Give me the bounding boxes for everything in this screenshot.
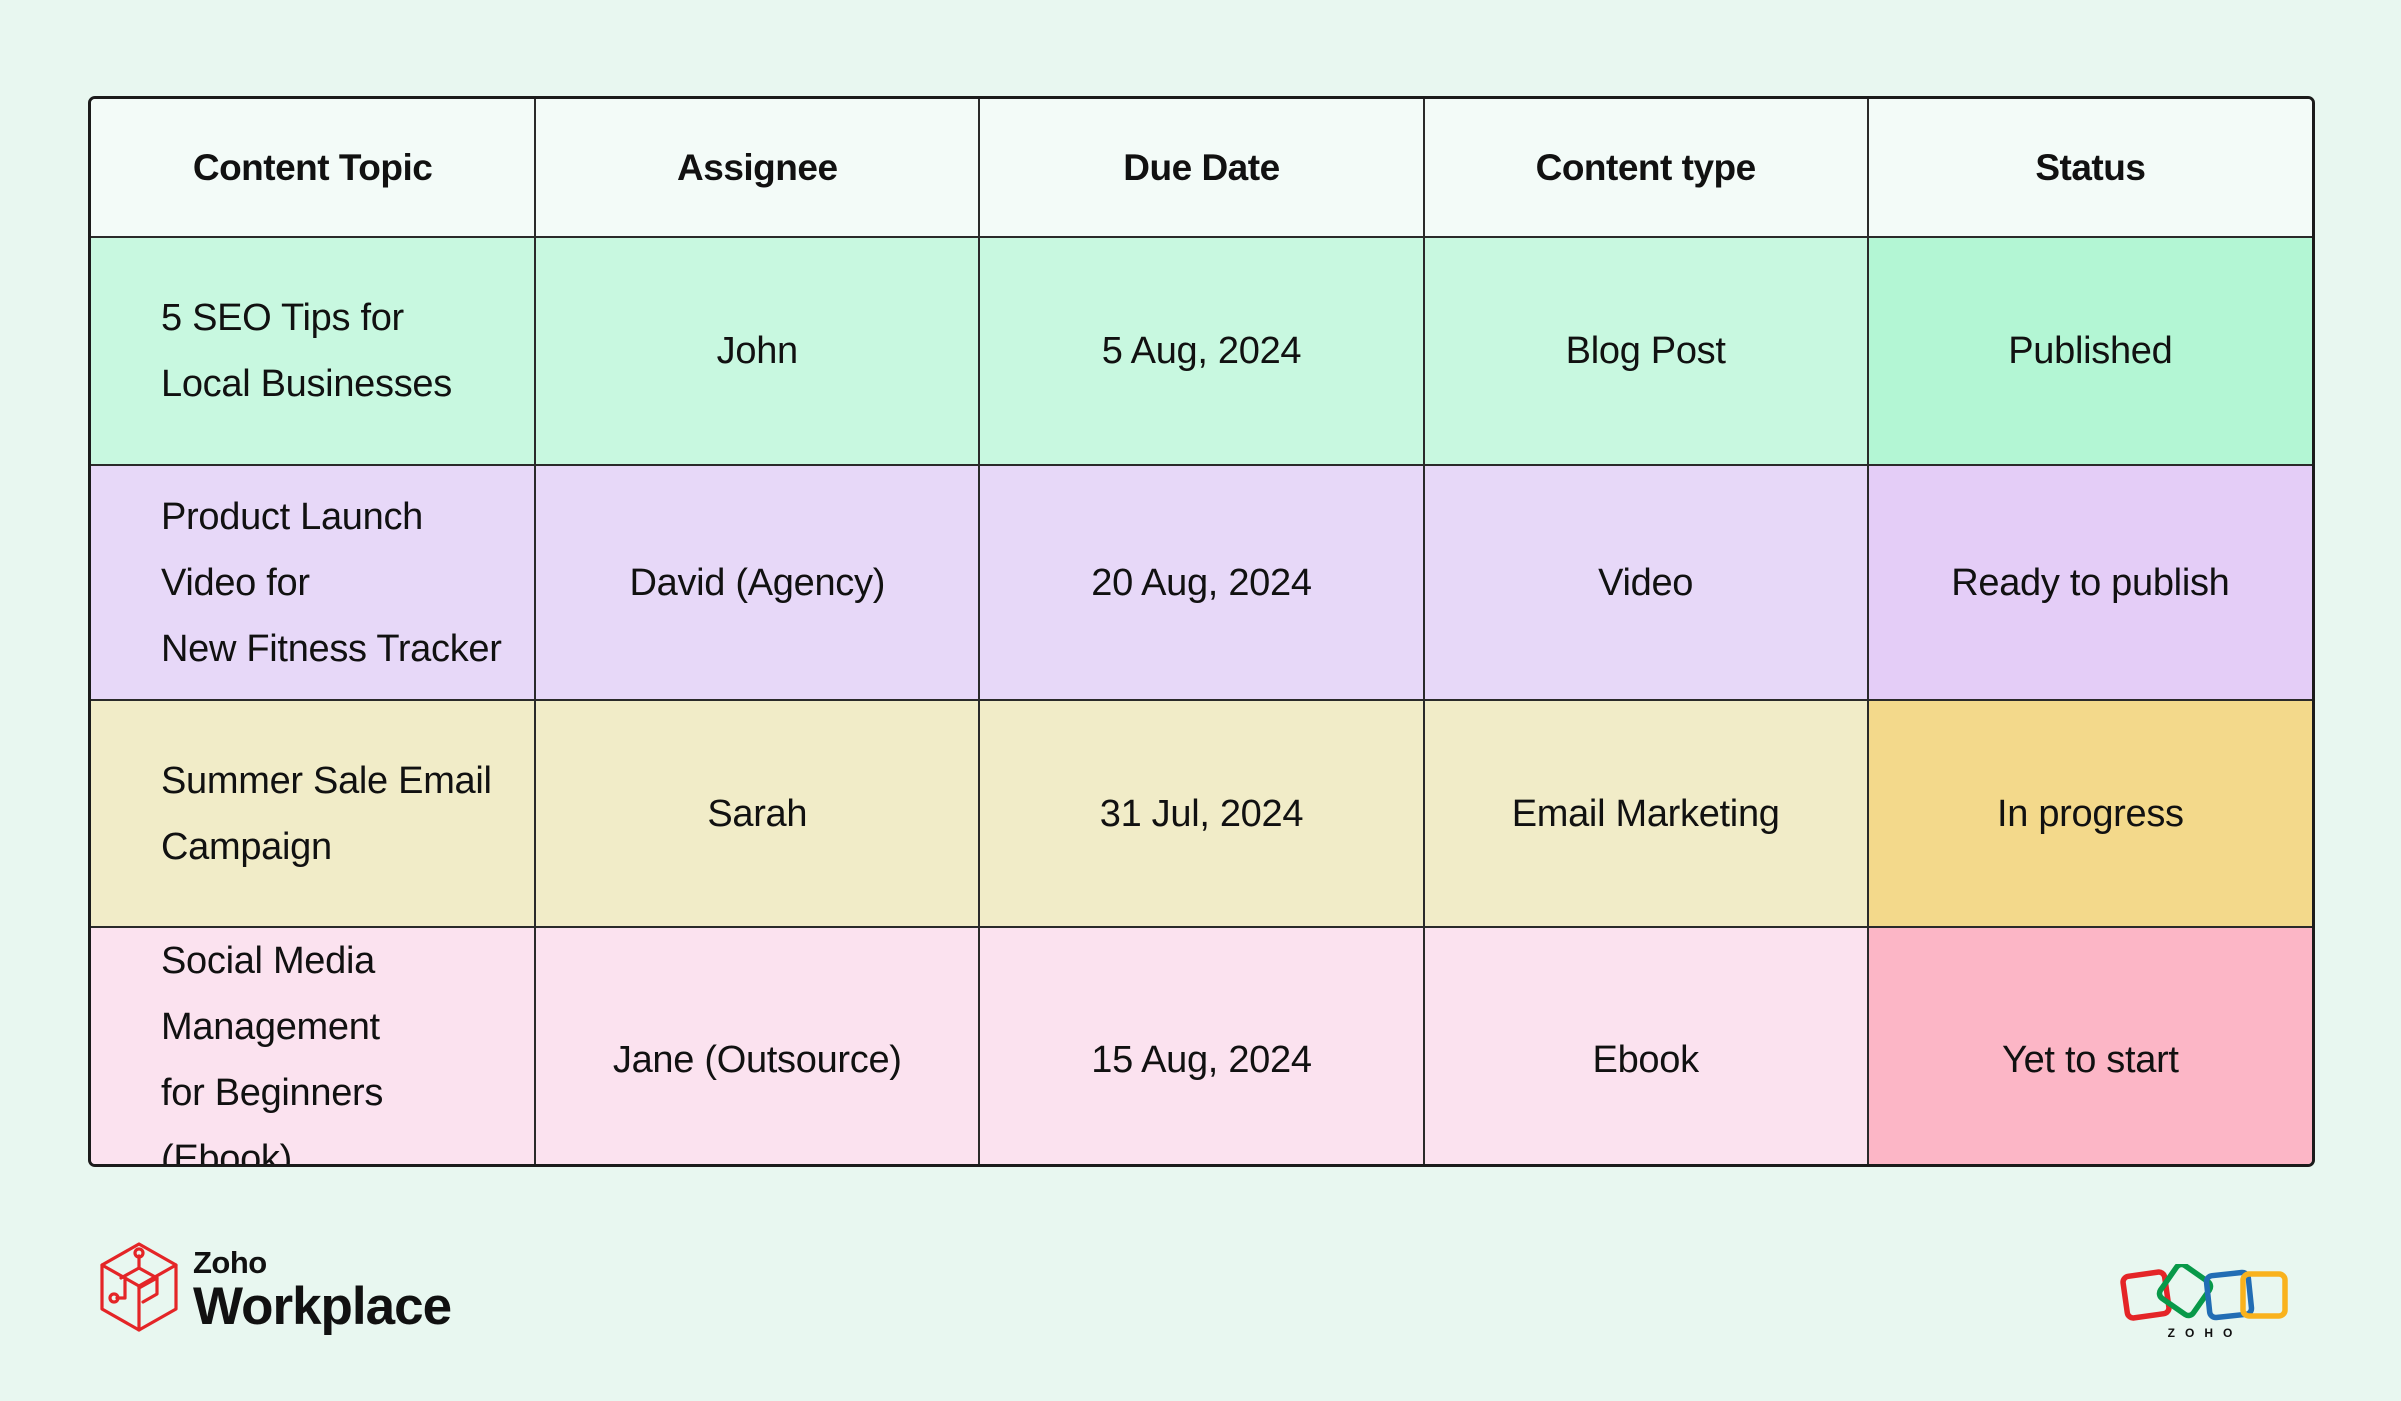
topic-line: 5 SEO Tips for (161, 297, 404, 339)
cell-content-type: Video (1422, 464, 1869, 701)
cell-content-topic: Product Launch Video for New Fitness Tra… (91, 464, 537, 701)
header-content-topic: Content Topic (91, 99, 537, 238)
table-row: 5 SEO Tips for Local Businesses John 5 A… (91, 236, 2312, 466)
header-status: Status (1866, 99, 2312, 238)
cell-content-topic: Social Media Management for Beginners (E… (91, 926, 537, 1167)
header-due-date: Due Date (978, 99, 1425, 238)
table-row: Summer Sale Email Campaign Sarah 31 Jul,… (91, 699, 2312, 928)
cell-status: In progress (1866, 699, 2312, 928)
cell-content-topic: 5 SEO Tips for Local Businesses (91, 236, 537, 466)
cell-assignee: David (Agency) (534, 464, 981, 701)
cell-due-date: 20 Aug, 2024 (978, 464, 1425, 701)
brand-workplace-label: Workplace (193, 1276, 452, 1336)
zoho-workplace-logo: Zoho Workplace (99, 1242, 452, 1337)
topic-line: for Beginners (Ebook) (161, 1072, 384, 1167)
table-row: Product Launch Video for New Fitness Tra… (91, 464, 2312, 701)
zoho-wordmark: ZOHO (2167, 1326, 2243, 1340)
cell-assignee: John (534, 236, 981, 466)
topic-line: Product Launch Video for (161, 495, 423, 604)
cell-assignee: Jane (Outsource) (534, 926, 981, 1164)
table-row: Social Media Management for Beginners (E… (91, 926, 2312, 1167)
zoho-rings-icon (2120, 1264, 2290, 1324)
cell-status: Ready to publish (1866, 464, 2312, 701)
topic-line: Campaign (161, 825, 332, 868)
cell-status: Published (1866, 236, 2312, 466)
topic-line: Social Media Management (161, 940, 380, 1048)
header-content-type: Content type (1422, 99, 1869, 238)
cell-status: Yet to start (1866, 926, 2312, 1164)
header-assignee: Assignee (534, 99, 981, 238)
content-table: Content Topic Assignee Due Date Content … (91, 99, 2312, 1167)
topic-line: Local Businesses (161, 363, 452, 405)
cell-content-type: Ebook (1422, 926, 1869, 1164)
cell-due-date: 15 Aug, 2024 (978, 926, 1425, 1164)
cell-content-topic: Summer Sale Email Campaign (91, 699, 537, 928)
cell-assignee: Sarah (534, 699, 981, 928)
cell-due-date: 31 Jul, 2024 (978, 699, 1425, 928)
workplace-cube-icon (99, 1242, 179, 1337)
cell-content-type: Blog Post (1422, 236, 1869, 466)
header-row: Content Topic Assignee Due Date Content … (91, 99, 2312, 238)
brand-zoho-label: Zoho (193, 1244, 267, 1280)
cell-content-type: Email Marketing (1422, 699, 1869, 928)
topic-line: Summer Sale Email (161, 759, 492, 802)
content-calendar-table: Content Topic Assignee Due Date Content … (88, 96, 2315, 1167)
topic-line: New Fitness Tracker (161, 627, 502, 670)
zoho-logo: ZOHO (2120, 1264, 2290, 1344)
cell-due-date: 5 Aug, 2024 (978, 236, 1425, 466)
